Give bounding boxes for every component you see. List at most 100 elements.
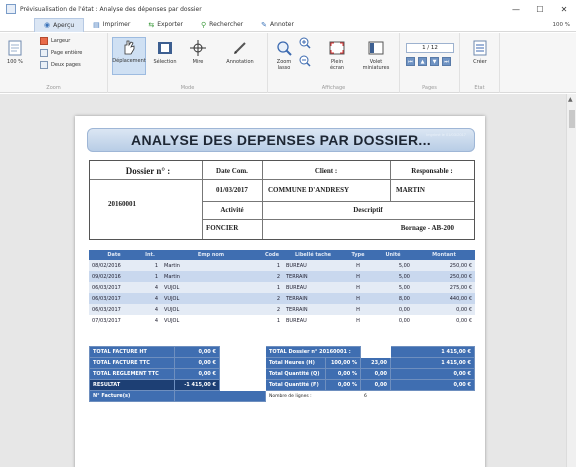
table-row: 06/03/2017 4 VUJOL 2 TERRAIN H 8,00 440,…	[89, 293, 475, 304]
tab-annoter[interactable]: ✎ Annoter	[252, 18, 303, 32]
zoom-out-button[interactable]	[298, 55, 312, 69]
zoom-in-icon	[299, 37, 311, 49]
scrollbar-thumb[interactable]	[569, 110, 575, 128]
group-label-pages: Pages	[422, 85, 437, 91]
cell-int: 4	[139, 282, 161, 293]
title-bar: Prévisualisation de l'état : Analyse des…	[0, 0, 576, 18]
table-row: 08/02/2016 1 Martin 1 BUREAU H 5,00 250,…	[89, 260, 475, 271]
responsable-value: MARTIN	[396, 186, 425, 194]
cell-int: 4	[139, 304, 161, 315]
total-facture-ht-label: TOTAL FACTURE HT	[89, 346, 175, 358]
prev-page-button[interactable]: ▲	[418, 57, 427, 66]
zoom-lasso-button[interactable]: Zoom lasso	[272, 39, 296, 71]
deux-pages-button[interactable]: Deux pages	[40, 61, 81, 69]
next-page-icon: ▼	[432, 58, 437, 65]
tab-exporter[interactable]: ⇆ Exporter	[139, 18, 192, 32]
fullscreen-icon	[328, 39, 346, 57]
cell-date: 06/03/2017	[89, 282, 139, 293]
close-button[interactable]: ✕	[552, 0, 576, 18]
two-pages-icon	[40, 61, 48, 69]
maximize-button[interactable]: ☐	[528, 0, 552, 18]
header-divider	[90, 179, 474, 180]
zoom-in-button[interactable]	[298, 37, 312, 51]
ribbon-group-mode: Déplacement Sélection Mire Annotation Mo…	[108, 33, 268, 93]
export-icon: ⇆	[148, 20, 155, 29]
cell-type: H	[343, 271, 373, 282]
cell-emp: VUJOL	[161, 315, 261, 326]
tab-apercu[interactable]: ◉ Aperçu	[34, 17, 85, 32]
tab-rechercher[interactable]: ⚲ Rechercher	[192, 18, 252, 32]
cell-montant: 250,00 €	[413, 260, 475, 271]
mire-button[interactable]: Mire	[186, 39, 210, 65]
cell-unite: 0,00	[373, 304, 413, 315]
resultat-label: RESULTAT	[89, 379, 175, 391]
dossier-number: 20160001	[108, 200, 136, 208]
cell-type: H	[343, 304, 373, 315]
print-date-hint: Imprimé le 01/03/2017	[426, 132, 466, 137]
cell-type: H	[343, 282, 373, 293]
deplacement-button[interactable]: Déplacement	[112, 37, 146, 75]
scroll-up-icon[interactable]: ▲	[568, 96, 573, 103]
preview-viewport[interactable]: ANALYSE DES DEPENSES PAR DOSSIER... Impr…	[0, 94, 566, 467]
cell-code: 2	[261, 293, 283, 304]
annotation-button[interactable]: Annotation	[220, 39, 260, 65]
hand-icon	[120, 38, 138, 56]
dossier-label: Dossier n° :	[125, 166, 171, 176]
cell-date: 09/02/2016	[89, 271, 139, 282]
total-q-pct: 0,00 %	[325, 368, 361, 380]
total-reglement-label: TOTAL REGLEMENT TTC	[89, 368, 175, 380]
cell-montant: 0,00 €	[413, 315, 475, 326]
total-heures-label: Total Heures (H)	[265, 357, 326, 369]
totals-row: TOTAL FACTURE HT 0,00 € TOTAL Dossier n°…	[89, 346, 475, 358]
plein-ecran-button[interactable]: Plein écran	[324, 39, 350, 71]
cell-type: H	[343, 293, 373, 304]
spacer-cell	[219, 379, 266, 391]
cell-libelle: TERRAIN	[283, 271, 343, 282]
cell-type: H	[343, 260, 373, 271]
last-page-icon: ⏭	[444, 58, 449, 65]
spacer-cell	[219, 346, 266, 358]
printer-icon: ▤	[93, 20, 100, 29]
cell-code: 1	[261, 282, 283, 293]
cell-emp: VUJOL	[161, 282, 261, 293]
vertical-scrollbar[interactable]: ▲	[566, 94, 576, 467]
dossier-header: Dossier n° : 20160001 Date Com. 01/03/20…	[89, 160, 475, 240]
col-code: Code	[261, 250, 283, 260]
spacer-cell	[360, 346, 391, 358]
largeur-button[interactable]: Largeur	[40, 37, 70, 45]
minimize-button[interactable]: —	[504, 0, 528, 18]
page-number-input[interactable]: 1 / 12	[406, 43, 454, 53]
total-q-label: Total Quantité (Q)	[265, 368, 326, 380]
factures-label: N° Facture(s)	[89, 390, 175, 402]
ribbon-group-pages: 1 / 12 ⏮ ▲ ▼ ⏭ Pages	[400, 33, 460, 93]
client-value: COMMUNE D'ANDRESY	[268, 186, 350, 194]
col-type: Type	[343, 250, 373, 260]
header-divider	[202, 201, 474, 202]
client-label: Client :	[314, 167, 338, 175]
cell-date: 06/03/2017	[89, 304, 139, 315]
page-entiere-button[interactable]: Page entière	[40, 49, 82, 57]
zoom-100-button[interactable]: 100 %	[4, 39, 26, 65]
col-unite: Unité	[373, 250, 413, 260]
next-page-button[interactable]: ▼	[430, 57, 439, 66]
cell-libelle: BUREAU	[283, 282, 343, 293]
first-page-button[interactable]: ⏮	[406, 57, 415, 66]
report-title: ANALYSE DES DEPENSES PAR DOSSIER... Impr…	[87, 128, 475, 152]
cell-date: 07/03/2017	[89, 315, 139, 326]
last-page-button[interactable]: ⏭	[442, 57, 451, 66]
date-value: 01/03/2017	[216, 186, 248, 194]
total-dossier-value: 1 415,00 €	[390, 346, 475, 358]
total-f-value: 0,00 €	[390, 379, 475, 391]
cell-int: 1	[139, 260, 161, 271]
cell-int: 1	[139, 271, 161, 282]
spacer-cell	[219, 357, 266, 369]
cell-montant: 275,00 €	[413, 282, 475, 293]
first-page-icon: ⏮	[408, 58, 413, 65]
nb-lignes-label: Nombre de lignes :	[265, 390, 361, 402]
total-f-label: Total Quantité (F)	[265, 379, 326, 391]
volet-miniatures-button[interactable]: Volet miniatures	[356, 39, 396, 71]
selection-button[interactable]: Sélection	[150, 39, 180, 65]
tab-imprimer[interactable]: ▤ Imprimer	[84, 18, 139, 32]
creer-button[interactable]: Créer	[468, 39, 492, 65]
zoom-level: 100 %	[552, 21, 570, 28]
